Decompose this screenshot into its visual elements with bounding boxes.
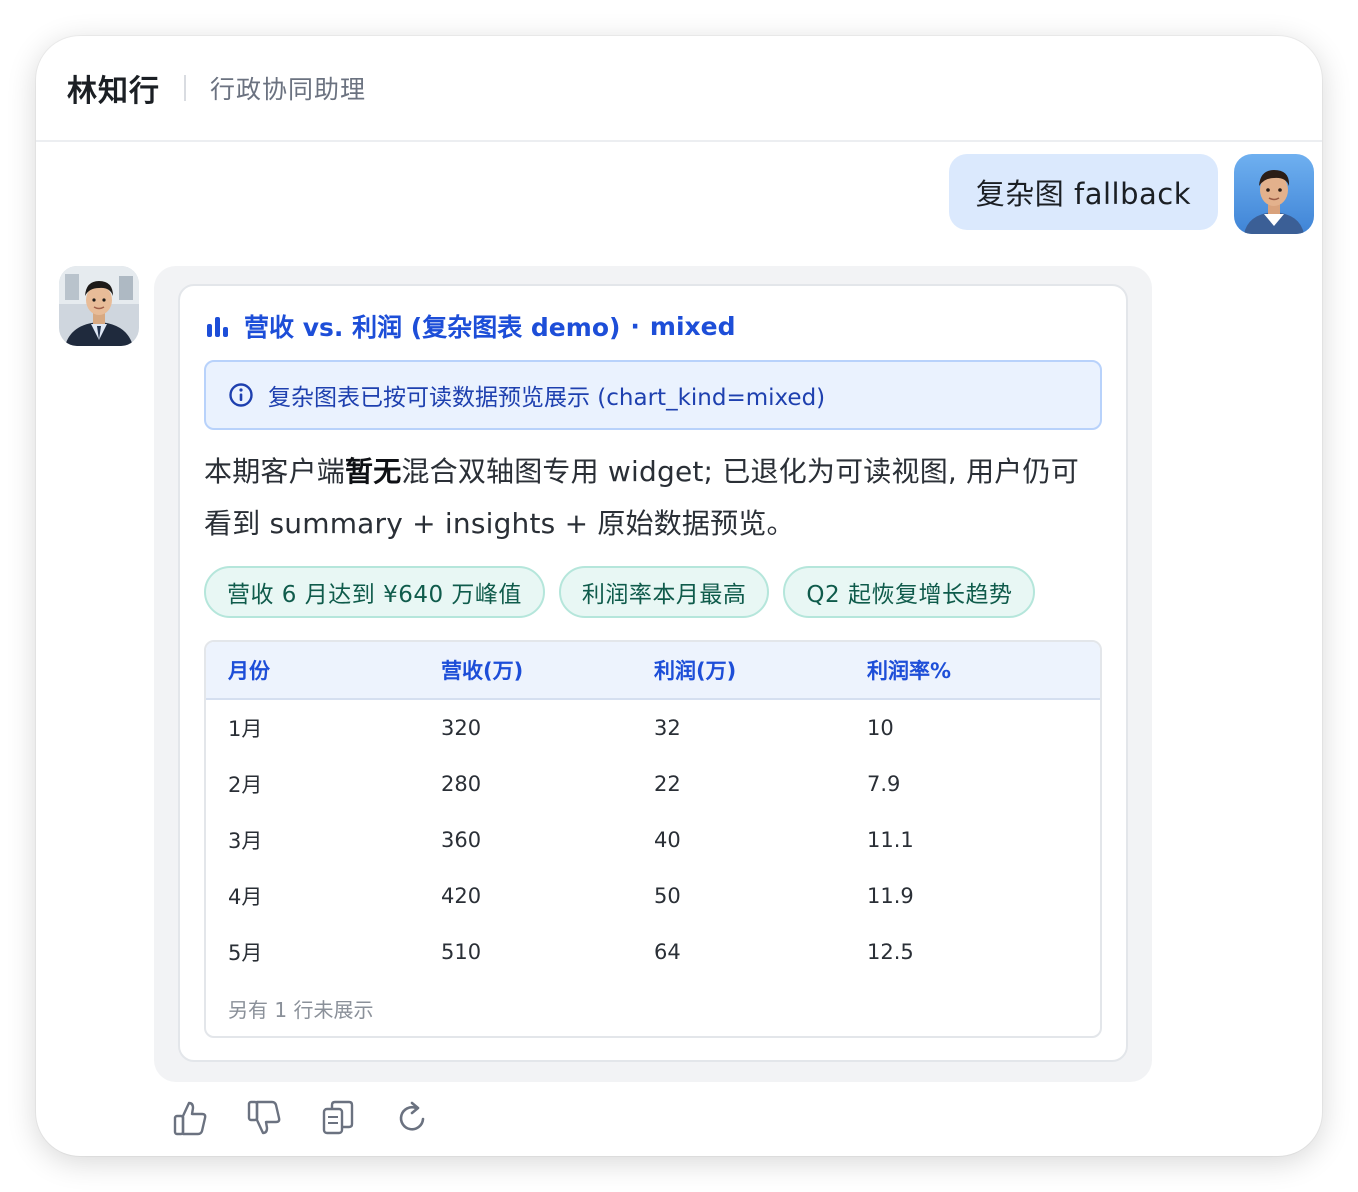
insight-chip: Q2 起恢复增长趋势	[783, 566, 1036, 618]
user-message-row: 复杂图 fallback	[948, 154, 1314, 234]
insight-chips: 营收 6 月达到 ¥640 万峰值 利润率本月最高 Q2 起恢复增长趋势	[204, 566, 1036, 618]
summary-bold: 暂无	[345, 455, 402, 488]
table-cell: 40	[654, 828, 681, 852]
fallback-notice: 复杂图表已按可读数据预览展示 (chart_kind=mixed)	[204, 360, 1102, 430]
table-cell: 64	[654, 940, 681, 964]
table-row: 1月 320 32 10	[206, 700, 1100, 756]
table-cell: 32	[654, 716, 681, 740]
copy-icon[interactable]	[320, 1098, 356, 1138]
table-row: 2月 280 22 7.9	[206, 756, 1100, 812]
table-cell: 2月	[228, 773, 263, 797]
user-message-bubble: 复杂图 fallback	[948, 154, 1218, 230]
assistant-message-bubble: 营收 vs. 利润 (复杂图表 demo) · mixed 复杂图表已按可读数据…	[154, 266, 1152, 1082]
table-cell: 420	[441, 884, 482, 908]
card-title-kind: mixed	[649, 311, 736, 341]
table-cell: 4月	[228, 885, 263, 909]
table-cell: 360	[441, 828, 482, 852]
user-message-text: 复杂图 fallback	[975, 177, 1191, 211]
table-cell: 320	[441, 716, 482, 740]
table-row: 4月 420 50 11.9	[206, 868, 1100, 924]
table-cell: 280	[441, 772, 482, 796]
table-row: 3月 360 40 11.1	[206, 812, 1100, 868]
thumbs-down-icon[interactable]	[246, 1098, 282, 1138]
column-header-month: 月份	[228, 659, 270, 683]
table-cell: 11.1	[867, 828, 914, 852]
table-cell: 1月	[228, 717, 263, 741]
chart-fallback-card: 营收 vs. 利润 (复杂图表 demo) · mixed 复杂图表已按可读数据…	[178, 284, 1128, 1062]
insight-chip: 利润率本月最高	[558, 566, 770, 618]
agent-role: 行政协同助理	[210, 75, 367, 104]
agent-name: 林知行	[67, 74, 160, 109]
data-preview-table: 月份 营收(万) 利润(万) 利润率% 1月 320 32 10 2月 280 …	[204, 640, 1102, 1038]
table-cell: 7.9	[867, 772, 901, 796]
column-header-profit: 利润(万)	[654, 659, 737, 683]
card-title-text: 营收 vs. 利润 (复杂图表 demo)	[244, 313, 621, 342]
table-cell: 5月	[228, 941, 263, 965]
summary-before: 本期客户端	[204, 455, 346, 488]
notice-text: 复杂图表已按可读数据预览展示 (chart_kind=mixed)	[268, 385, 826, 411]
assistant-avatar[interactable]	[59, 266, 139, 346]
table-cell: 22	[654, 772, 681, 796]
chat-header: 林知行 行政协同助理	[36, 36, 1322, 142]
more-rows-note: 另有 1 行未展示	[228, 997, 374, 1022]
card-title: 营收 vs. 利润 (复杂图表 demo) · mixed	[206, 308, 736, 344]
table-cell: 11.9	[867, 884, 914, 908]
chat-window: 林知行 行政协同助理 复杂图 fallback 营收 vs. 利润 (复杂图表 …	[36, 36, 1322, 1156]
table-row: 5月 510 64 12.5	[206, 924, 1100, 980]
column-header-revenue: 营收(万)	[441, 659, 524, 683]
table-cell: 10	[867, 716, 894, 740]
header-divider	[184, 75, 186, 101]
card-title-separator: ·	[630, 311, 640, 341]
info-icon	[228, 382, 254, 408]
table-cell: 510	[441, 940, 482, 964]
table-cell: 3月	[228, 829, 263, 853]
insight-chip: 营收 6 月达到 ¥640 万峰值	[204, 566, 545, 618]
message-actions	[172, 1098, 430, 1138]
refresh-icon[interactable]	[394, 1098, 430, 1138]
thumbs-up-icon[interactable]	[172, 1098, 208, 1138]
bar-chart-icon	[206, 315, 230, 337]
table-cell: 50	[654, 884, 681, 908]
user-avatar[interactable]	[1234, 154, 1314, 234]
table-header: 月份 营收(万) 利润(万) 利润率%	[206, 642, 1100, 700]
summary-text: 本期客户端暂无混合双轴图专用 widget; 已退化为可读视图, 用户仍可看到 …	[204, 446, 1104, 550]
table-cell: 12.5	[867, 940, 914, 964]
column-header-margin: 利润率%	[867, 659, 952, 683]
